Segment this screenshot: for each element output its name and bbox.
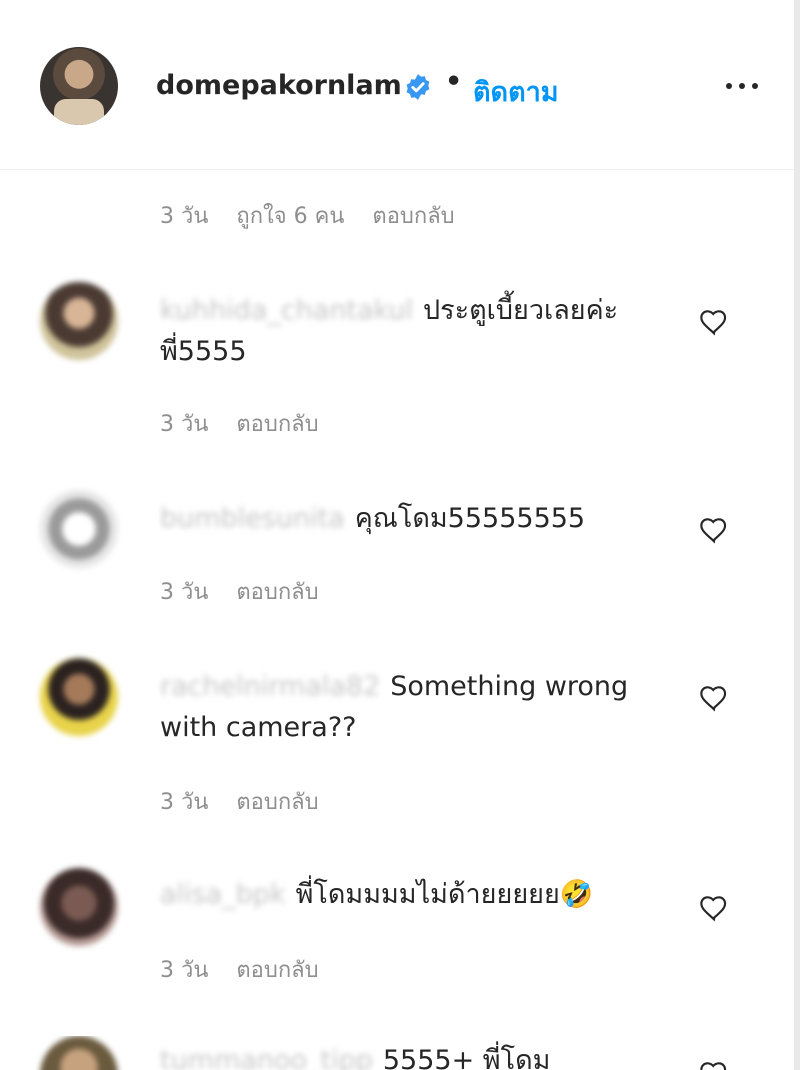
- comment-body: 5555+ พี่โดม: [382, 1045, 551, 1070]
- comment-meta: 3 วัน ตอบกลับ: [160, 574, 347, 609]
- follow-button[interactable]: ติดตาม: [473, 70, 559, 113]
- heart-icon[interactable]: [697, 1058, 731, 1070]
- verified-badge-icon: [406, 74, 430, 100]
- comment-time: 3 วัน: [160, 204, 209, 229]
- avatar[interactable]: [40, 1036, 118, 1070]
- reply-button[interactable]: ตอบกลับ: [236, 958, 318, 983]
- comment-body: คุณโดม55555555: [354, 503, 586, 534]
- comment-text: alisa_bpk พี่โดมมมมไม่ด้ายยยยย🤣: [160, 874, 660, 915]
- comment-meta: 3 วัน ตอบกลับ: [160, 406, 347, 441]
- reply-button[interactable]: ตอบกลับ: [372, 204, 454, 229]
- heart-icon[interactable]: [697, 682, 731, 714]
- comment-username[interactable]: tummanoo_tipp: [160, 1045, 373, 1070]
- avatar[interactable]: [40, 282, 118, 360]
- profile-avatar[interactable]: [40, 47, 118, 125]
- header-separator: •: [445, 66, 463, 97]
- comment-time: 3 วัน: [160, 412, 209, 437]
- reply-button[interactable]: ตอบกลับ: [236, 412, 318, 437]
- avatar[interactable]: [40, 658, 118, 736]
- comment-meta: 3 วัน ตอบกลับ: [160, 784, 347, 819]
- comment-text: bumblesunita คุณโดม55555555: [160, 498, 660, 539]
- heart-icon[interactable]: [697, 892, 731, 924]
- comment-time: 3 วัน: [160, 958, 209, 983]
- reply-button[interactable]: ตอบกลับ: [236, 790, 318, 815]
- avatar[interactable]: [40, 868, 118, 946]
- comment-meta: 3 วัน ตอบกลับ: [160, 952, 347, 987]
- comment-username[interactable]: bumblesunita: [160, 503, 345, 534]
- comment-meta: 3 วัน ถูกใจ 6 คน ตอบกลับ: [160, 198, 483, 233]
- comment-body: พี่โดมมมมไม่ด้ายยยยย🤣: [295, 879, 594, 910]
- header-username[interactable]: domepakornlam: [156, 70, 402, 101]
- comment-likes[interactable]: ถูกใจ 6 คน: [236, 204, 344, 229]
- avatar[interactable]: [40, 490, 118, 568]
- reply-button[interactable]: ตอบกลับ: [236, 580, 318, 605]
- comment-time: 3 วัน: [160, 580, 209, 605]
- heart-icon[interactable]: [697, 514, 731, 546]
- comment-text: tummanoo_tipp 5555+ พี่โดม: [160, 1040, 660, 1070]
- more-options-icon[interactable]: [722, 74, 762, 98]
- heart-icon[interactable]: [697, 306, 731, 338]
- comment-item: tummanoo_tipp 5555+ พี่โดม: [0, 1036, 800, 1070]
- scrollbar[interactable]: [794, 0, 800, 1070]
- comment-time: 3 วัน: [160, 790, 209, 815]
- comment-text: rachelnirmala82 Something wrong with came…: [160, 666, 660, 748]
- post-header: domepakornlam • ติดตาม: [0, 0, 800, 170]
- comment-username[interactable]: alisa_bpk: [160, 879, 286, 910]
- comment-username[interactable]: rachelnirmala82: [160, 671, 380, 702]
- comment-text: kuhhida_chantakul ประตูเบี้ยวเลยค่ะพี่555…: [160, 290, 660, 372]
- comment-username[interactable]: kuhhida_chantakul: [160, 295, 413, 326]
